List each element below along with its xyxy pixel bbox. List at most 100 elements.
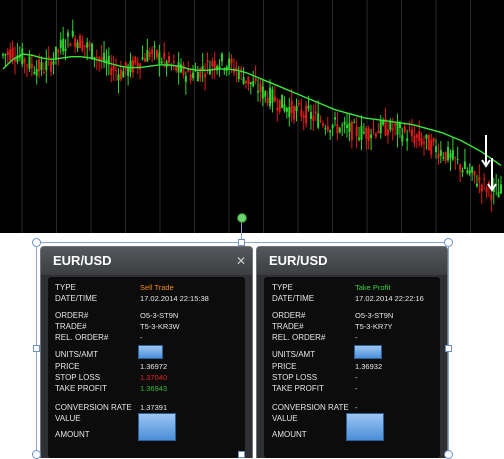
resize-handle-top[interactable] xyxy=(238,239,245,246)
candle-up xyxy=(283,104,286,112)
candle-down xyxy=(427,135,430,151)
candle-down xyxy=(26,64,29,66)
candle-down xyxy=(172,61,175,63)
candle-down xyxy=(454,157,457,159)
conversion-rate-value: - xyxy=(355,403,358,412)
candle-down xyxy=(444,151,447,161)
units-amount-box[interactable] xyxy=(354,345,382,359)
candle-up xyxy=(497,192,500,198)
candle-up xyxy=(40,62,43,70)
candle-down xyxy=(247,76,250,85)
candle-up xyxy=(192,72,195,79)
candle-down xyxy=(83,45,86,47)
resize-handle-left[interactable] xyxy=(33,345,40,352)
candle-up xyxy=(52,61,55,65)
candle-down xyxy=(350,121,353,141)
candle-down xyxy=(437,153,440,159)
candle-down xyxy=(367,128,370,142)
candle-down xyxy=(314,111,317,114)
candle-down xyxy=(480,184,483,192)
candle-up xyxy=(165,61,168,68)
candle-up xyxy=(91,43,94,60)
stop-loss-value: 1.37040 xyxy=(140,373,168,382)
price-chart[interactable] xyxy=(0,0,504,233)
candle-up xyxy=(362,132,365,134)
candle-up xyxy=(500,184,502,194)
candle-up xyxy=(35,69,38,77)
candle-down xyxy=(490,194,493,201)
candle-up xyxy=(86,42,89,48)
candle-up xyxy=(257,90,260,93)
candle-down xyxy=(206,59,209,62)
candle-up xyxy=(122,71,125,78)
order-label: ORDER# xyxy=(272,311,306,320)
candle-up xyxy=(71,30,74,37)
candle-down xyxy=(9,49,12,61)
units-amount-box[interactable] xyxy=(138,345,163,359)
panel-title: EUR/USD xyxy=(41,247,252,275)
resize-handle-top-left[interactable] xyxy=(32,238,41,247)
candle-down xyxy=(473,171,476,176)
candle-down xyxy=(168,56,170,63)
candle-down xyxy=(136,62,139,68)
value-amount-box[interactable] xyxy=(346,413,384,441)
candle-up xyxy=(196,72,199,82)
candle-up xyxy=(242,77,245,84)
candle-up xyxy=(285,107,288,112)
candle-down xyxy=(230,58,233,63)
candle-up xyxy=(62,38,65,52)
candle-down xyxy=(240,68,243,71)
candle-down xyxy=(430,140,433,155)
close-icon[interactable]: ✕ xyxy=(236,254,246,268)
value-label: VALUE xyxy=(55,414,81,423)
rel-order-value: - xyxy=(140,333,143,342)
candle-down xyxy=(420,138,423,146)
trade-panel-sell[interactable]: EUR/USD ✕ TYPE Sell Trade DATE/TIME 17.0… xyxy=(40,246,253,458)
resize-handle-right[interactable] xyxy=(445,345,452,352)
candle-down xyxy=(213,60,216,70)
candle-up xyxy=(324,128,327,130)
type-label: TYPE xyxy=(272,283,293,292)
price-value: 1.36972 xyxy=(140,362,168,371)
resize-handle-bottom[interactable] xyxy=(238,451,245,458)
candle-up xyxy=(309,112,312,119)
candle-down xyxy=(410,129,413,137)
candle-up xyxy=(451,150,454,160)
candle-down xyxy=(293,106,296,120)
type-value: Take Profit xyxy=(355,283,391,292)
candle-up xyxy=(64,48,67,52)
candle-up xyxy=(396,122,399,135)
candle-down xyxy=(95,56,98,59)
candle-down xyxy=(11,48,14,58)
type-label: TYPE xyxy=(55,283,76,292)
candle-up xyxy=(439,150,442,156)
candle-up xyxy=(59,40,62,49)
candle-down xyxy=(204,74,207,78)
amount-label: AMOUNT xyxy=(55,430,90,439)
candle-up xyxy=(338,127,341,133)
conversion-rate-value: 1.37391 xyxy=(140,403,168,412)
trade-panel-take-profit[interactable]: EUR/USD TYPE Take Profit DATE/TIME 17.02… xyxy=(256,246,448,458)
candle-down xyxy=(418,131,421,142)
value-amount-box[interactable] xyxy=(138,413,176,441)
price-value: 1.36932 xyxy=(355,362,383,371)
candle-up xyxy=(141,57,144,60)
resize-handle-top-right[interactable] xyxy=(444,238,453,247)
candle-down xyxy=(100,57,103,61)
rotation-stem xyxy=(241,222,242,240)
candle-up xyxy=(28,56,31,69)
candle-down xyxy=(403,126,406,133)
candle-down xyxy=(483,178,486,180)
stop-loss-label: STOP LOSS xyxy=(272,373,318,382)
trade-label: TRADE# xyxy=(272,322,304,331)
candle-down xyxy=(47,56,50,58)
candle-up xyxy=(358,137,361,140)
candle-down xyxy=(432,138,435,143)
candle-up xyxy=(466,170,469,173)
rotation-handle[interactable] xyxy=(237,213,247,223)
panel-title: EUR/USD xyxy=(257,247,447,275)
candle-down xyxy=(42,72,45,74)
candle-up xyxy=(456,159,459,161)
candle-up xyxy=(2,54,4,56)
candle-up xyxy=(158,52,161,64)
